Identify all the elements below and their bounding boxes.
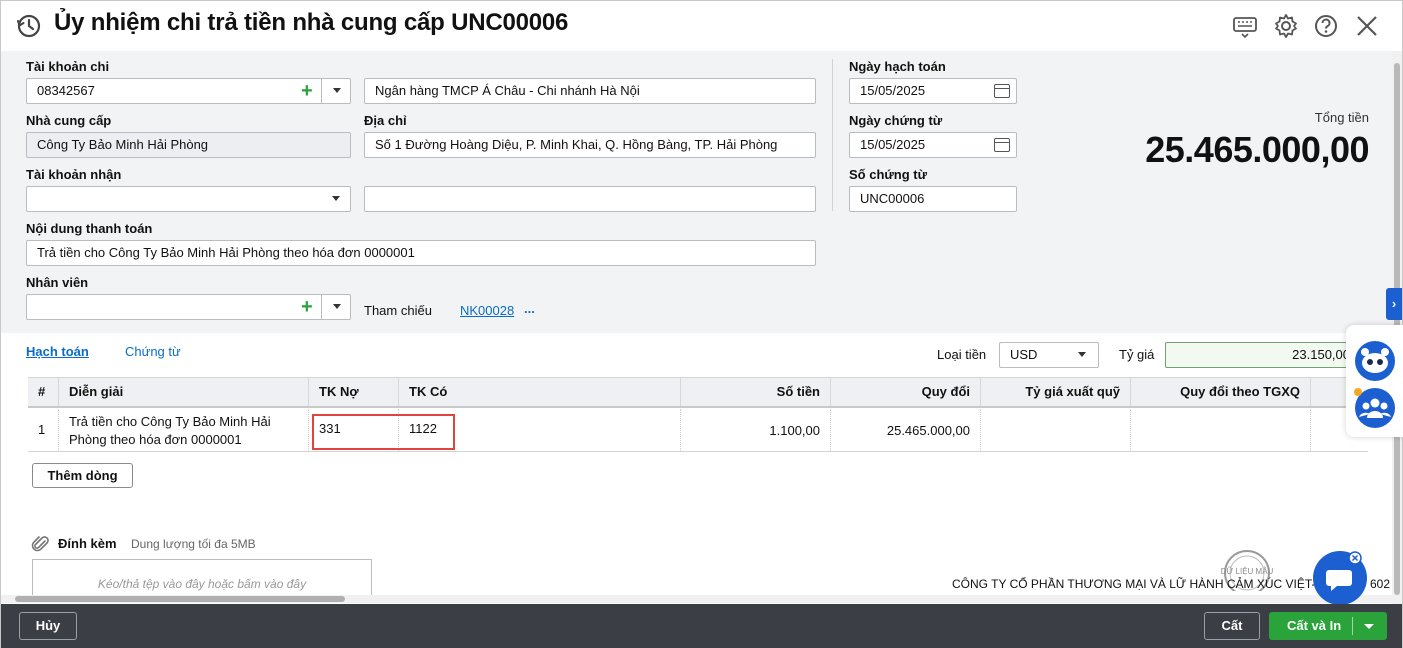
row-description-line: Trả tiền cho Công Ty Bảo Minh Hải: [69, 414, 271, 429]
tab-chung-tu[interactable]: Chứng từ: [125, 344, 181, 359]
ai-assistant-icon[interactable]: [1354, 340, 1396, 382]
account-value: 08342567: [37, 83, 95, 98]
save-print-dropdown-icon[interactable]: [1359, 616, 1379, 636]
row-rate-out[interactable]: [981, 409, 1131, 451]
add-employee-icon[interactable]: +: [301, 297, 313, 317]
currency-value: USD: [1010, 347, 1038, 362]
currency-label: Loại tiền: [937, 347, 987, 362]
row-description[interactable]: Trả tiền cho Công Ty Bảo Minh Hải Phòng …: [59, 409, 309, 451]
col-description: Diễn giải: [59, 378, 309, 406]
voucher-date-value: 15/05/2025: [860, 137, 926, 152]
total-amount: 25.465.000,00: [1145, 129, 1369, 170]
paperclip-icon: [31, 536, 49, 552]
col-debit: TK Nợ: [309, 378, 399, 406]
title-bar: Ủy nhiệm chi trả tiền nhà cung cấp UNC00…: [1, 1, 1402, 51]
exchange-rate-field[interactable]: 23.150,00: [1165, 342, 1351, 368]
tab-hach-toan[interactable]: Hạch toán: [26, 344, 89, 359]
chat-support-icon[interactable]: [1312, 550, 1370, 606]
row-index: 1: [28, 409, 59, 451]
calendar-icon[interactable]: [994, 138, 1010, 152]
company-name: CÔNG TY CỔ PHẦN THƯƠNG MẠI VÀ LỮ HÀNH CẢ…: [952, 577, 1334, 591]
account-highlight-box: [312, 414, 455, 450]
side-panel-toggle[interactable]: ›: [1386, 288, 1402, 320]
posting-date-label: Ngày hạch toán: [849, 59, 946, 74]
horizontal-scrollbar[interactable]: [1, 595, 1392, 603]
row-description-line: Phòng theo hóa đơn 0000001: [69, 432, 242, 447]
voucher-number-field[interactable]: UNC00006: [849, 186, 1017, 212]
company-name-suffix: 602: [1370, 577, 1391, 591]
community-icon[interactable]: [1354, 387, 1396, 429]
row-converted[interactable]: 25.465.000,00: [831, 409, 981, 451]
keyboard-icon[interactable]: [1232, 13, 1258, 39]
col-amount: Số tiền: [681, 378, 831, 406]
account-label: Tài khoản chi: [26, 59, 110, 74]
reference-more-button[interactable]: ...: [524, 301, 535, 316]
employee-dropdown-icon[interactable]: [321, 294, 351, 320]
col-converted: Quy đổi: [831, 378, 981, 406]
footer-bar: Hủy Cất Cất và In: [1, 604, 1402, 648]
history-icon[interactable]: [15, 12, 43, 40]
attachment-dropzone[interactable]: Kéo/thả tệp vào đây hoặc bấm vào đây: [32, 559, 372, 599]
help-icon[interactable]: [1313, 13, 1339, 39]
calendar-icon[interactable]: [994, 84, 1010, 98]
receive-account-dropdown-icon[interactable]: [321, 186, 351, 212]
account-dropdown-icon[interactable]: [321, 78, 351, 104]
row-amount[interactable]: 1.100,00: [681, 409, 831, 451]
posting-date-field[interactable]: 15/05/2025: [849, 78, 1017, 104]
currency-dropdown-icon[interactable]: [1067, 342, 1097, 368]
horizontal-scroll-thumb[interactable]: [15, 596, 345, 602]
save-and-print-label: Cất và In: [1287, 618, 1342, 633]
payment-content-label: Nội dung thanh toán: [26, 221, 153, 236]
cancel-button[interactable]: Hủy: [19, 612, 77, 640]
posting-date-value: 15/05/2025: [860, 83, 926, 98]
col-credit: TK Có: [399, 378, 681, 406]
row-divider: [28, 451, 1368, 452]
add-row-button[interactable]: Thêm dòng: [32, 463, 133, 488]
supplier-field: Công Ty Bảo Minh Hải Phòng: [26, 132, 351, 158]
reference-link[interactable]: NK00028: [460, 303, 514, 318]
gear-icon[interactable]: [1273, 13, 1299, 39]
attachment-hint: Dung lượng tối đa 5MB: [131, 537, 256, 551]
receive-account-label: Tài khoản nhận: [26, 167, 122, 182]
col-index: #: [28, 378, 59, 406]
exchange-rate-label: Tỷ giá: [1119, 347, 1155, 362]
receive-account-select[interactable]: [26, 186, 351, 212]
voucher-window: Ủy nhiệm chi trả tiền nhà cung cấp UNC00…: [0, 0, 1403, 648]
address-field[interactable]: Số 1 Đường Hoàng Diệu, P. Minh Khai, Q. …: [364, 132, 816, 158]
col-converted-out: Quy đổi theo TGXQ: [1131, 378, 1311, 406]
close-icon[interactable]: [1354, 13, 1380, 39]
voucher-date-label: Ngày chứng từ: [849, 113, 943, 128]
page-title: Ủy nhiệm chi trả tiền nhà cung cấp UNC00…: [54, 9, 569, 36]
column-divider: [832, 59, 833, 211]
address-label: Địa chỉ: [364, 113, 407, 128]
voucher-date-field[interactable]: 15/05/2025: [849, 132, 1017, 158]
supplier-label: Nhà cung cấp: [26, 113, 112, 128]
attachment-label: Đính kèm: [58, 536, 117, 551]
add-account-icon[interactable]: +: [301, 81, 313, 101]
row-converted-out[interactable]: [1131, 409, 1311, 451]
reference-label: Tham chiếu: [364, 303, 432, 318]
col-rate-out: Tỷ giá xuất quỹ: [981, 378, 1131, 406]
employee-label: Nhân viên: [26, 275, 89, 290]
button-divider: [1352, 617, 1353, 635]
receive-bank-field[interactable]: [364, 186, 816, 212]
payment-content-field[interactable]: Trả tiền cho Công Ty Bảo Minh Hải Phòng …: [26, 240, 816, 266]
bank-name-field[interactable]: Ngân hàng TMCP Á Châu - Chi nhánh Hà Nội: [364, 78, 816, 104]
save-button[interactable]: Cất: [1204, 612, 1260, 640]
accounting-grid: # Diễn giải TK Nợ TK Có Số tiền Quy đổi …: [28, 377, 1368, 452]
voucher-number-label: Số chứng từ: [849, 167, 928, 182]
stamp-text: DỮ LIỆU MẪU: [1220, 567, 1274, 576]
total-label: Tổng tiền: [1314, 110, 1369, 125]
